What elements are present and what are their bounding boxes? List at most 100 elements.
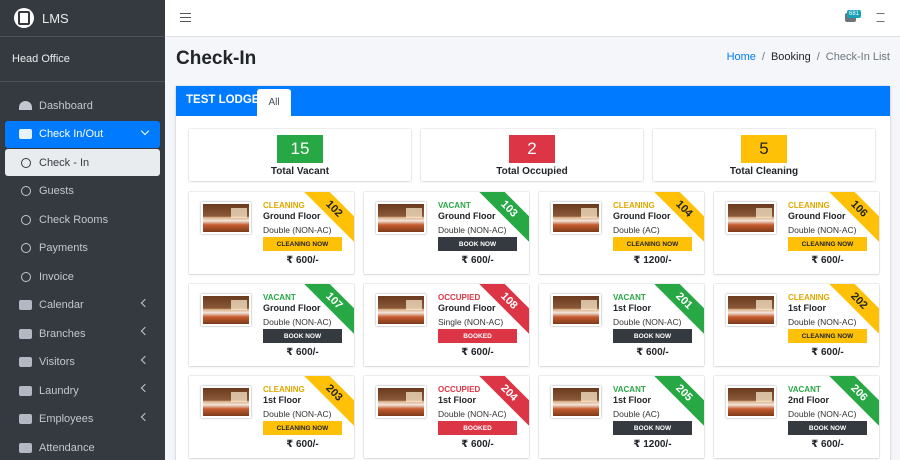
room-status: CLEANING [263, 201, 305, 210]
room-type: Double (AC) [613, 225, 660, 235]
room-card[interactable]: OCCUPIED 1st Floor Double (NON-AC) BOOKED ₹ … [364, 376, 529, 458]
sidebar-item-label: Employees [39, 413, 94, 425]
room-status: CLEANING [788, 293, 830, 302]
sidebar-item-employees[interactable]: Employees [5, 406, 160, 433]
room-action-button[interactable]: BOOK NOW [613, 329, 692, 343]
room-action-button[interactable]: BOOK NOW [263, 329, 342, 343]
room-card[interactable]: VACANT 1st Floor Double (AC) BOOK NOW ₹ 1200… [539, 376, 704, 458]
tab-all[interactable]: All [257, 89, 291, 116]
breadcrumb-home[interactable]: Home [727, 51, 756, 63]
room-price: ₹ 600/- [286, 347, 319, 358]
breadcrumb-booking: Booking [770, 51, 811, 63]
room-photo [726, 202, 776, 234]
room-photo [376, 386, 426, 418]
chevron-icon [140, 383, 150, 393]
circle-icon [21, 214, 31, 225]
room-floor: Ground Floor [438, 303, 496, 313]
sidebar-item-calendar[interactable]: Calendar [5, 292, 160, 319]
room-photo [201, 294, 251, 326]
sidebar-item-check-in[interactable]: Check - In [5, 149, 160, 176]
room-card[interactable]: VACANT Ground Floor Double (NON-AC) BOOK NO… [189, 284, 354, 366]
sidebar-item-attendance[interactable]: Attendance [5, 434, 160, 460]
page-title: Check-In [176, 48, 257, 69]
room-card[interactable]: VACANT 2nd Floor Double (NON-AC) BOOK NOW ₹ … [714, 376, 879, 458]
chevron-icon [140, 326, 150, 336]
sidebar-item-label: Dashboard [39, 99, 93, 112]
sidebar-item-label: Visitors [39, 356, 75, 368]
room-card[interactable]: OCCUPIED Ground Floor Single (NON-AC) BOOKE… [364, 284, 529, 366]
sidebar-item-check-in-out[interactable]: Check In/Out [5, 120, 160, 148]
room-floor: 1st Floor [788, 303, 827, 313]
room-status: VACANT [263, 293, 296, 302]
room-price: ₹ 600/- [461, 255, 494, 266]
sidebar-item-label: Check - In [39, 156, 90, 169]
room-action-button[interactable]: CLEANING NOW [788, 237, 867, 251]
sidebar-item-branches[interactable]: Branches [5, 320, 160, 347]
room-action-button[interactable]: CLEANING NOW [788, 329, 867, 343]
messages-badge: 681 [847, 10, 862, 18]
room-status: VACANT [788, 385, 821, 394]
room-price: ₹ 600/- [811, 347, 844, 358]
room-card[interactable]: CLEANING 1st Floor Double (NON-AC) CLEANING… [189, 376, 354, 458]
circle-icon [21, 271, 31, 282]
sidebar-item-label: Invoice [39, 270, 74, 283]
menu-toggle-icon[interactable] [180, 13, 191, 22]
chevron-icon [140, 126, 150, 135]
room-type: Double (NON-AC) [263, 409, 332, 419]
room-card[interactable]: CLEANING 1st Floor Double (NON-AC) CLEANING… [714, 284, 879, 366]
sidebar-item-payments[interactable]: Payments [5, 235, 160, 262]
room-action-button[interactable]: CLEANING NOW [263, 421, 342, 435]
sidebar-item-check-rooms[interactable]: Check Rooms [5, 206, 160, 233]
cart-icon [19, 129, 32, 139]
room-card[interactable]: VACANT 1st Floor Double (NON-AC) BOOK NOW ₹ … [539, 284, 704, 366]
room-price: ₹ 600/- [811, 439, 844, 450]
room-card[interactable]: CLEANING Ground Floor Double (NON-AC) CLEAN… [189, 192, 354, 274]
brand-logo-icon [14, 8, 34, 28]
edit-icon [19, 357, 32, 367]
room-card[interactable]: VACANT Ground Floor Double (NON-AC) BOOK NO… [364, 192, 529, 274]
rooms-grid: CLEANING Ground Floor Double (NON-AC) CLEAN… [189, 192, 879, 458]
lodge-title: TEST LODGE [186, 94, 260, 106]
sidebar-item-dashboard[interactable]: Dashboard [5, 92, 160, 119]
room-type: Double (NON-AC) [788, 225, 857, 235]
user-panel[interactable]: Head Office [0, 37, 165, 82]
user-name: Head Office [12, 53, 70, 65]
sidebar-item-guests[interactable]: Guests [5, 178, 160, 205]
room-status: VACANT [613, 385, 646, 394]
room-action-button[interactable]: BOOK NOW [788, 421, 867, 435]
room-type: Double (NON-AC) [788, 317, 857, 327]
stat-total-cleaning: 5 Total Cleaning [653, 129, 875, 181]
room-type: Double (AC) [613, 409, 660, 419]
room-status: VACANT [438, 201, 471, 210]
room-status: VACANT [613, 293, 646, 302]
room-action-button[interactable]: BOOKED [438, 329, 517, 343]
room-floor: 1st Floor [438, 395, 477, 405]
room-type: Double (NON-AC) [438, 225, 507, 235]
room-photo [551, 294, 601, 326]
lodge-card: TEST LODGE All 15 Total Vacant 2 Total Occu… [176, 86, 890, 460]
room-card[interactable]: CLEANING Ground Floor Double (AC) CLEANING … [539, 192, 704, 274]
room-action-button[interactable]: CLEANING NOW [613, 237, 692, 251]
sidebar-item-visitors[interactable]: Visitors [5, 349, 160, 376]
room-status: OCCUPIED [438, 385, 481, 394]
room-type: Single (NON-AC) [438, 317, 504, 327]
breadcrumb: Home / Booking / Check-In List [727, 51, 890, 63]
sidebar-nav: Dashboard Check In/Out Check - In Guests Che… [0, 92, 165, 460]
room-action-button[interactable]: BOOK NOW [613, 421, 692, 435]
room-status: CLEANING [263, 385, 305, 394]
stat-label: Total Cleaning [729, 166, 799, 177]
room-type: Double (NON-AC) [613, 317, 682, 327]
sidebar-item-invoice[interactable]: Invoice [5, 263, 160, 290]
sidebar-item-laundry[interactable]: Laundry [5, 377, 160, 404]
room-type: Double (NON-AC) [438, 409, 507, 419]
room-action-button[interactable]: BOOK NOW [438, 237, 517, 251]
stat-label: Total Occupied [496, 166, 568, 177]
room-card[interactable]: CLEANING Ground Floor Double (NON-AC) CLEAN… [714, 192, 879, 274]
room-price: ₹ 600/- [461, 439, 494, 450]
brand[interactable]: LMS [0, 0, 165, 37]
room-action-button[interactable]: BOOKED [438, 421, 517, 435]
sidebar-item-label: Check In/Out [39, 128, 104, 140]
fullscreen-icon[interactable] [876, 13, 885, 22]
room-action-button[interactable]: CLEANING NOW [263, 237, 342, 251]
circle-icon [21, 243, 31, 253]
